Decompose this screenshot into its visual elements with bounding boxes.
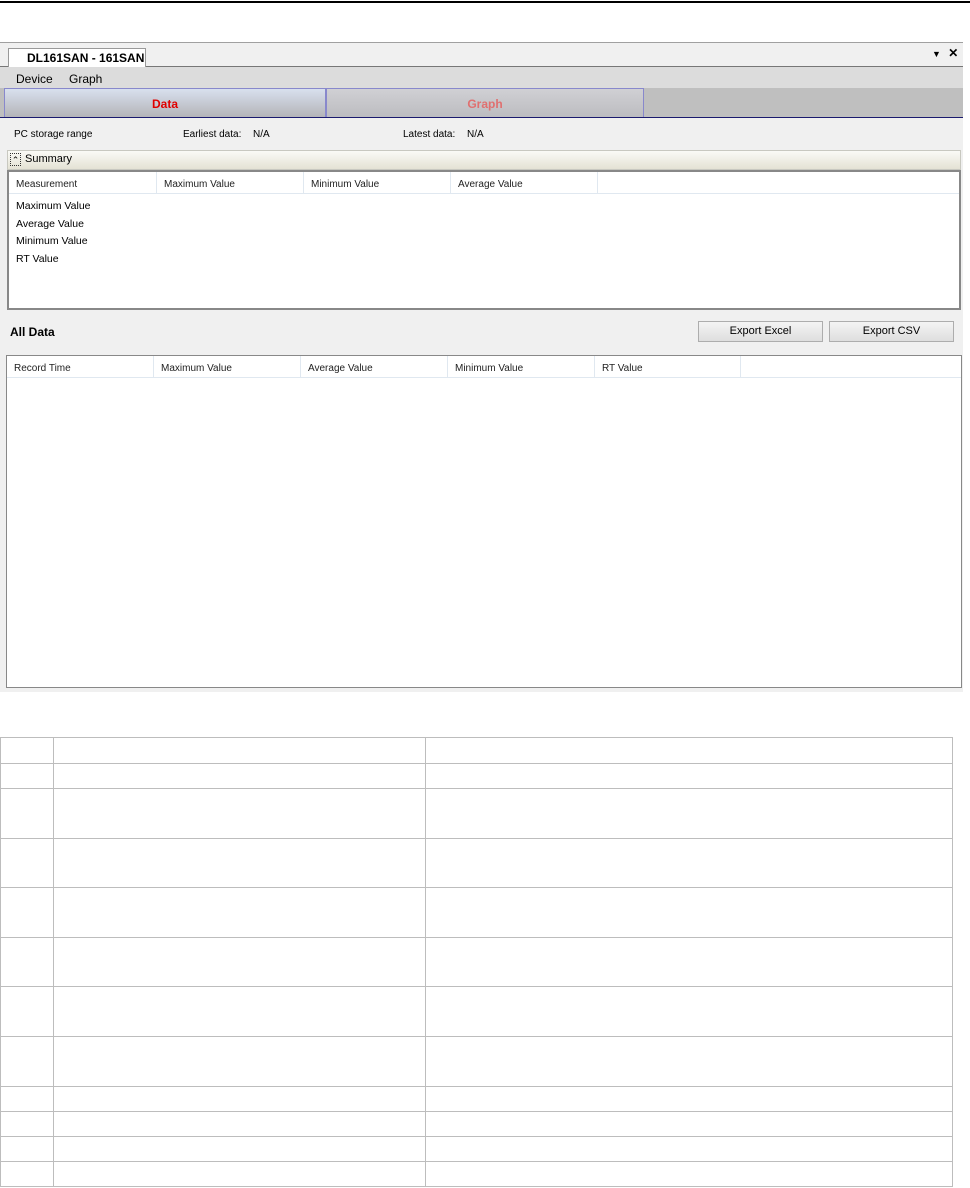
- column-header[interactable]: Minimum Value: [304, 172, 451, 194]
- column-header-filler: [598, 172, 959, 194]
- latest-value: N/A: [467, 129, 484, 140]
- table-cell: [53, 937, 426, 987]
- top-rule: [0, 1, 970, 3]
- column-header[interactable]: Average Value: [451, 172, 598, 194]
- column-header[interactable]: Maximum Value: [157, 172, 304, 194]
- menu-graph[interactable]: Graph: [69, 72, 102, 86]
- column-header[interactable]: Maximum Value: [154, 356, 301, 378]
- table-cell: [425, 1136, 953, 1162]
- collapse-chevron-icon[interactable]: ⌃: [10, 153, 21, 166]
- table-cell: [425, 986, 953, 1037]
- table-cell: [425, 737, 953, 764]
- table-cell: [0, 1161, 54, 1187]
- table-row[interactable]: Minimum Value: [16, 235, 88, 247]
- column-header[interactable]: Average Value: [301, 356, 448, 378]
- table-cell: [53, 1086, 426, 1112]
- table-cell: [0, 788, 54, 839]
- close-icon[interactable]: ✕: [948, 46, 958, 60]
- table-cell: [0, 887, 54, 938]
- empty-table: [0, 737, 953, 1187]
- document-tab[interactable]: DL161SAN - 161SAN: [8, 48, 146, 67]
- window-controls: ▼ ✕: [932, 46, 958, 60]
- table-cell: [425, 1036, 953, 1087]
- all-data-title: All Data: [10, 325, 55, 339]
- table-cell: [0, 1086, 54, 1112]
- table-cell: [53, 1136, 426, 1162]
- table-cell: [425, 937, 953, 987]
- table-cell: [53, 887, 426, 938]
- column-header[interactable]: RT Value: [595, 356, 741, 378]
- column-header[interactable]: Minimum Value: [448, 356, 595, 378]
- table-cell: [425, 887, 953, 938]
- table-cell: [0, 737, 54, 764]
- table-cell: [53, 1161, 426, 1187]
- latest-label: Latest data:: [403, 129, 456, 140]
- all-data-grid: Record Time Maximum Value Average Value …: [6, 355, 962, 688]
- storage-range-label: PC storage range: [14, 129, 93, 140]
- table-cell: [0, 838, 54, 888]
- export-csv-button[interactable]: Export CSV: [829, 321, 954, 342]
- table-cell: [0, 1036, 54, 1087]
- table-cell: [425, 838, 953, 888]
- table-row[interactable]: Maximum Value: [16, 200, 91, 212]
- export-excel-button[interactable]: Export Excel: [698, 321, 823, 342]
- table-cell: [53, 838, 426, 888]
- column-header-filler: [741, 356, 961, 378]
- table-cell: [53, 763, 426, 789]
- menu-bar: Device Graph: [0, 67, 963, 88]
- menu-device[interactable]: Device: [16, 72, 53, 86]
- table-cell: [0, 986, 54, 1037]
- table-cell: [0, 1111, 54, 1137]
- table-cell: [0, 763, 54, 789]
- earliest-label: Earliest data:: [183, 129, 242, 140]
- table-cell: [53, 737, 426, 764]
- table-cell: [53, 788, 426, 839]
- table-cell: [425, 1111, 953, 1137]
- table-cell: [425, 1161, 953, 1187]
- triangle-down-icon[interactable]: ▼: [932, 49, 941, 59]
- view-tabs: Data Graph: [0, 88, 963, 118]
- table-cell: [425, 788, 953, 839]
- earliest-value: N/A: [253, 129, 270, 140]
- table-cell: [53, 1111, 426, 1137]
- table-cell: [53, 986, 426, 1037]
- table-cell: [0, 1136, 54, 1162]
- table-cell: [53, 1036, 426, 1087]
- column-header[interactable]: Measurement: [9, 172, 157, 194]
- tab-data[interactable]: Data: [4, 88, 326, 117]
- summary-grid: Measurement Maximum Value Minimum Value …: [7, 170, 961, 310]
- tab-graph[interactable]: Graph: [326, 88, 644, 117]
- table-cell: [425, 763, 953, 789]
- table-cell: [425, 1086, 953, 1112]
- column-header[interactable]: Record Time: [7, 356, 154, 378]
- table-row[interactable]: Average Value: [16, 218, 84, 230]
- table-cell: [0, 937, 54, 987]
- summary-title: Summary: [25, 153, 73, 165]
- table-row[interactable]: RT Value: [16, 253, 59, 265]
- summary-header[interactable]: [7, 150, 961, 170]
